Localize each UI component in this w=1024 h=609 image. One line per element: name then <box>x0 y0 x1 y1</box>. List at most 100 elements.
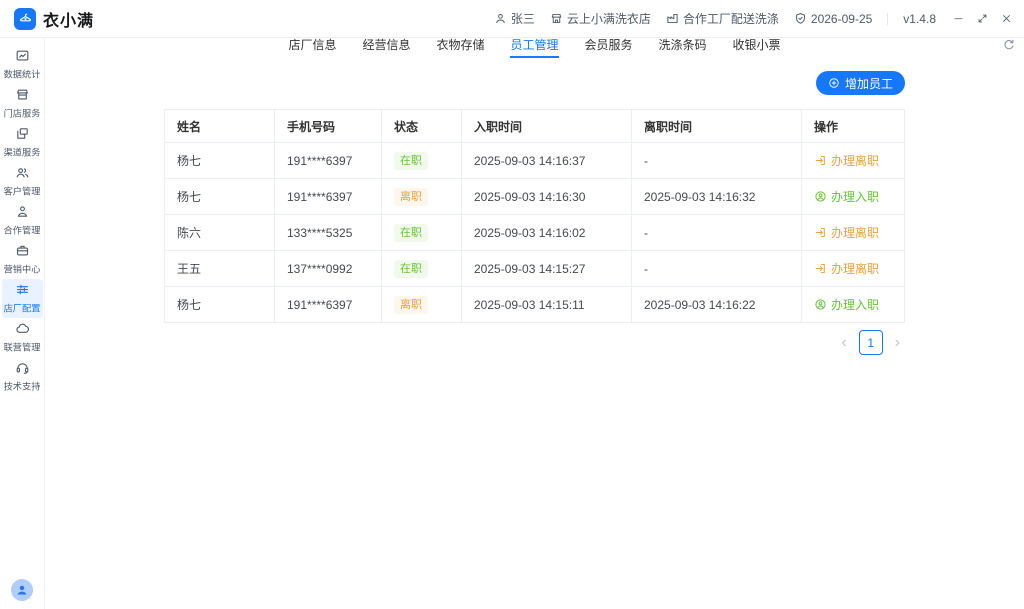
minimize-icon[interactable] <box>953 13 964 24</box>
tab-bar: 店厂信息 经营信息 衣物存储 员工管理 会员服务 洗涤条码 收银小票 <box>45 38 1024 58</box>
employee-status-cell: 离职 <box>382 179 462 215</box>
refresh-icon[interactable] <box>1002 38 1016 52</box>
sidebar-item-shop-config[interactable]: 店厂配置 <box>2 279 43 318</box>
employee-phone: 137****0992 <box>275 251 382 287</box>
sidebar-item-marketing-center[interactable]: 营销中心 <box>2 240 43 279</box>
table-row: 杨七 191****6397 离职 2025-09-03 14:15:11 20… <box>165 287 905 323</box>
maximize-icon[interactable] <box>977 13 988 24</box>
app-window: 衣小满 张三 云上小满洗衣店 合作工厂配送洗涤 2026-09-25 v1.4.… <box>0 0 1024 609</box>
sidebar-item-store-service[interactable]: 门店服务 <box>2 84 43 123</box>
status-badge: 离职 <box>394 188 428 206</box>
tab-clothes-storage[interactable]: 衣物存储 <box>436 38 484 58</box>
leave-time: - <box>632 215 802 251</box>
topbar-right: 张三 云上小满洗衣店 合作工厂配送洗涤 2026-09-25 v1.4.8 <box>494 10 1012 27</box>
status-badge: 在职 <box>394 260 428 278</box>
avatar-person-icon <box>15 583 29 597</box>
tab-business-info[interactable]: 经营信息 <box>362 38 410 58</box>
resign-icon <box>814 226 827 239</box>
hanger-icon <box>18 11 33 26</box>
onboard-icon <box>814 190 827 203</box>
add-employee-button[interactable]: 增加员工 <box>816 71 905 95</box>
employee-table: 姓名手机号码状态入职时间离职时间操作 杨七 191****6397 在职 202… <box>164 109 904 323</box>
stats-icon <box>15 48 30 63</box>
shield-icon <box>794 12 807 25</box>
employee-status-cell: 在职 <box>382 215 462 251</box>
resign-icon <box>814 154 827 167</box>
current-user[interactable]: 张三 <box>494 10 535 27</box>
operation-cell: 办理入职 <box>802 287 905 323</box>
marketing-center-icon <box>15 243 30 258</box>
tab-wash-barcode[interactable]: 洗涤条码 <box>659 38 707 58</box>
current-store[interactable]: 云上小满洗衣店 <box>550 10 651 27</box>
hire-time: 2025-09-03 14:16:30 <box>462 179 632 215</box>
operation-link[interactable]: 办理离职 <box>814 152 879 169</box>
column-header: 手机号码 <box>275 110 382 143</box>
employee-phone: 133****5325 <box>275 215 382 251</box>
tab-store-info[interactable]: 店厂信息 <box>288 38 336 58</box>
operation-cell: 办理离职 <box>802 143 905 179</box>
employee-name: 杨七 <box>165 287 275 323</box>
column-header: 离职时间 <box>632 110 802 143</box>
table-row: 陈六 133****5325 在职 2025-09-03 14:16:02 - … <box>165 215 905 251</box>
app-name: 衣小满 <box>43 7 94 31</box>
prev-page-button[interactable]: ‹ <box>841 335 846 351</box>
channel-service-icon <box>15 126 30 141</box>
column-header: 姓名 <box>165 110 275 143</box>
leave-time: - <box>632 251 802 287</box>
sidebar-item-union-mgmt[interactable]: 联营管理 <box>2 318 43 357</box>
hire-time: 2025-09-03 14:16:37 <box>462 143 632 179</box>
operation-link[interactable]: 办理入职 <box>814 188 879 205</box>
leave-time: 2025-09-03 14:16:22 <box>632 287 802 323</box>
operation-cell: 办理离职 <box>802 215 905 251</box>
employee-name: 杨七 <box>165 143 275 179</box>
version-label: v1.4.8 <box>903 12 936 26</box>
partner-mode[interactable]: 合作工厂配送洗涤 <box>666 10 779 27</box>
user-icon <box>494 12 507 25</box>
sidebar-item-partner-mgmt[interactable]: 合作管理 <box>2 201 43 240</box>
table-body: 杨七 191****6397 在职 2025-09-03 14:16:37 - … <box>165 143 905 323</box>
sidebar-item-tech-support[interactable]: 技术支持 <box>2 357 43 396</box>
close-icon[interactable] <box>1001 13 1012 24</box>
table-row: 杨七 191****6397 在职 2025-09-03 14:16:37 - … <box>165 143 905 179</box>
table-row: 杨七 191****6397 离职 2025-09-03 14:16:30 20… <box>165 179 905 215</box>
partner-mgmt-icon <box>15 204 30 219</box>
sidebar-item-customer-mgmt[interactable]: 客户管理 <box>2 162 43 201</box>
tab-employee-mgmt[interactable]: 员工管理 <box>510 38 558 58</box>
shop-config-icon <box>15 282 30 297</box>
table-header-row: 姓名手机号码状态入职时间离职时间操作 <box>165 110 905 143</box>
operation-link[interactable]: 办理离职 <box>814 260 879 277</box>
operation-link[interactable]: 办理入职 <box>814 296 879 313</box>
employee-name: 杨七 <box>165 179 275 215</box>
operation-link[interactable]: 办理离职 <box>814 224 879 241</box>
user-name: 张三 <box>511 10 535 27</box>
leave-time: 2025-09-03 14:16:32 <box>632 179 802 215</box>
employee-status-cell: 离职 <box>382 287 462 323</box>
partner-factory-icon <box>666 12 679 25</box>
hire-time: 2025-09-03 14:16:02 <box>462 215 632 251</box>
app-logo <box>14 8 36 30</box>
operation-cell: 办理离职 <box>802 251 905 287</box>
sidebar-item-channel-service[interactable]: 渠道服务 <box>2 123 43 162</box>
tab-member-service[interactable]: 会员服务 <box>585 38 633 58</box>
sidebar-item-stats[interactable]: 数据统计 <box>2 45 43 84</box>
brand: 衣小满 <box>14 7 94 31</box>
employee-status-cell: 在职 <box>382 251 462 287</box>
window-controls <box>953 13 1012 24</box>
column-header: 操作 <box>802 110 905 143</box>
license-expiry[interactable]: 2026-09-25 <box>794 12 872 26</box>
employee-status-cell: 在职 <box>382 143 462 179</box>
hire-time: 2025-09-03 14:15:11 <box>462 287 632 323</box>
employee-management-page: 增加员工 姓名手机号码状态入职时间离职时间操作 杨七 191****6397 在… <box>45 58 1024 609</box>
page-number-1[interactable]: 1 <box>859 330 883 355</box>
customer-mgmt-icon <box>15 165 30 180</box>
store-icon <box>550 12 563 25</box>
tab-receipt[interactable]: 收银小票 <box>733 38 781 58</box>
top-bar: 衣小满 张三 云上小满洗衣店 合作工厂配送洗涤 2026-09-25 v1.4.… <box>0 0 1024 38</box>
avatar[interactable] <box>11 579 33 601</box>
expiry-date: 2026-09-25 <box>811 12 872 26</box>
operation-cell: 办理入职 <box>802 179 905 215</box>
next-page-button[interactable]: › <box>895 335 900 351</box>
employee-name: 陈六 <box>165 215 275 251</box>
employee-phone: 191****6397 <box>275 287 382 323</box>
plus-circle-icon <box>828 77 840 89</box>
